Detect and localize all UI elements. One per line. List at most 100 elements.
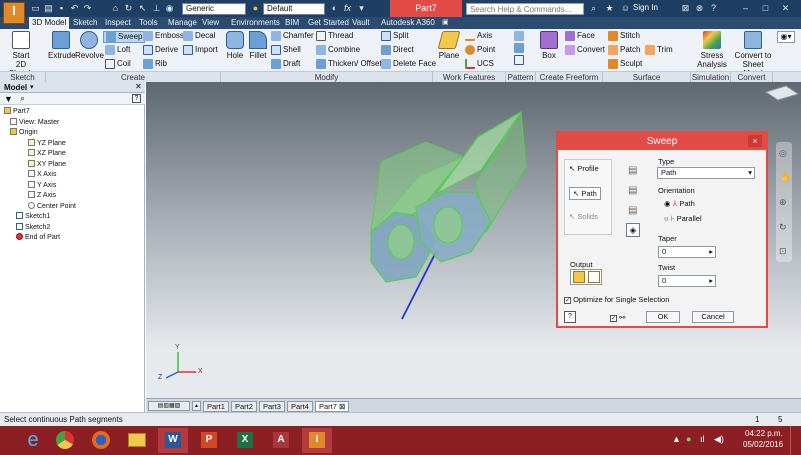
powerpoint-icon[interactable]: P [194,428,224,453]
user-icon[interactable]: ☺ [620,3,631,14]
chrome-icon[interactable] [50,428,80,453]
tab-arrange-icons[interactable]: ▤▥▦▧ [148,401,190,411]
face-button[interactable]: Face [565,31,595,41]
color-icon[interactable]: ◉ [164,3,175,14]
tray-volume-icon[interactable]: ◀) [714,434,724,445]
search-input[interactable]: Search Help & Commands... [466,3,584,15]
sweep-close-button[interactable]: × [748,135,762,147]
ucs-button[interactable]: UCS [465,59,494,69]
shell-button[interactable]: Shell [271,45,301,55]
tree-item-center-point[interactable]: Center Point [4,201,76,213]
firefox-icon[interactable] [86,428,116,453]
select-icon[interactable]: ↖ [137,3,148,14]
taper-input[interactable]: 0 ▸ [658,246,716,258]
file-explorer-icon[interactable] [122,428,152,453]
tree-item-xz-plane[interactable]: XZ Plane [4,149,76,160]
clear-override-icon[interactable]: ◐ [329,3,340,14]
show-desktop-button[interactable] [790,426,801,455]
tab-close-icon[interactable]: ⊠ [339,402,345,411]
convert-button[interactable]: Convert [565,45,605,55]
tab-environments[interactable]: Environments [231,17,280,29]
type-dropdown[interactable]: Path ▾ [657,167,755,179]
doc-tab-part2[interactable]: Part2 [231,401,257,412]
ok-button[interactable]: OK [646,311,680,323]
derive-button[interactable]: Derive [143,45,178,55]
find-icon[interactable]: ⌕ [20,93,25,104]
combine-button[interactable]: Combine [316,45,360,55]
tree-item-yz-plane[interactable]: YZ Plane [4,138,76,150]
orient-parallel-radio[interactable]: ○ ⊦ Parallel [664,214,702,223]
trim-button[interactable]: Trim [645,45,673,55]
access-icon[interactable]: A [266,428,296,453]
rib-button[interactable]: Rib [143,59,167,69]
measure-icon[interactable]: ⊥ [151,3,162,14]
path-selector[interactable]: ↖ Path [569,187,601,200]
browser-help-icon[interactable]: ? [132,94,141,103]
draft-button[interactable]: Draft [271,59,300,69]
word-icon[interactable]: W [158,428,188,453]
orient-path-radio[interactable]: ◉ ⅄ Path [664,199,695,208]
tab-autodesk-a360[interactable]: Autodesk A360 [381,17,435,29]
dialog-help-button[interactable]: ? [564,311,576,323]
tab-manage[interactable]: Manage [168,17,197,29]
tree-item-z-axis[interactable]: Z Axis [4,191,76,202]
direct-button[interactable]: Direct [381,45,414,55]
cut-icon[interactable]: ▤ [628,185,637,196]
thicken-offset-button[interactable]: Thicken/ Offset [316,59,382,69]
sculpt-button[interactable]: Sculpt [608,59,642,69]
orbit-icon[interactable]: ↻ [779,222,787,233]
look-at-icon[interactable]: ⊡ [779,246,787,257]
import-button[interactable]: Import [183,45,218,55]
browser-dropdown-icon[interactable]: ▾ [30,83,34,91]
stitch-button[interactable]: Stitch [608,31,640,41]
open-icon[interactable]: ▤ [43,3,54,14]
tree-item-x-axis[interactable]: X Axis [4,170,76,181]
intersect-icon[interactable]: ▤ [628,205,637,216]
zoom-icon[interactable]: ⊕ [779,197,787,208]
tray-network-icon[interactable]: ıl [700,434,705,444]
tree-item-sketch1[interactable]: Sketch1 [4,212,76,223]
tab-view[interactable]: View [202,17,219,29]
doc-tab-part4[interactable]: Part4 [287,401,313,412]
box-button[interactable]: Box [538,31,560,60]
inventor-taskbar-icon[interactable]: I [302,428,332,453]
hole-button[interactable]: Hole [224,31,246,60]
tree-item-view-master[interactable]: View: Master [4,117,76,129]
extrude-button[interactable]: Extrude [48,31,76,60]
solids-selector[interactable]: ↖ Solids [569,212,598,221]
navigation-bar[interactable]: ◎ ✋ ⊕ ↻ ⊡ [776,142,792,262]
patch-button[interactable]: Patch [608,45,640,55]
new-solid-icon[interactable]: ◈ [626,223,640,237]
tree-item-origin[interactable]: Origin [4,128,76,139]
browser-close-icon[interactable]: ✕ [135,82,142,91]
coil-button[interactable]: Coil [105,59,131,69]
material-combo[interactable]: Generic [182,3,246,15]
minimize-icon[interactable]: – [740,3,751,14]
ie-icon[interactable]: e [18,428,48,453]
stress-analysis-button[interactable]: Stress Analysis [694,31,730,69]
tab-menu-icon[interactable]: ▴ [192,401,201,411]
exchange-icon[interactable]: ⊠ [680,3,691,14]
plane-button[interactable]: Plane [437,31,461,60]
ribbon-options-icon[interactable]: ◉▾ [777,31,795,43]
preview-checkbox[interactable]: ✓ ⚯ [610,313,625,322]
doc-tab-part1[interactable]: Part1 [203,401,229,412]
tab-3d-model[interactable]: 3D Model [29,17,70,29]
parameters-icon[interactable]: fx [342,3,353,14]
close-icon[interactable]: ✕ [780,3,791,14]
communication-icon[interactable]: ⊗ [694,3,705,14]
steering-wheel-icon[interactable]: ◎ [779,148,787,159]
tray-status-icon[interactable]: ● [686,434,691,444]
sweep-button[interactable]: Sweep [103,31,146,44]
tab-inspect[interactable]: Inspect [105,17,131,29]
appearance-icon[interactable]: ● [250,3,261,14]
tab-vault[interactable]: Vault [352,17,370,29]
excel-icon[interactable]: X [230,428,260,453]
decal-button[interactable]: Decal [183,31,215,41]
tray-chevron-icon[interactable]: ▲ [672,434,681,444]
undo-icon[interactable]: ↶ [69,3,80,14]
home-icon[interactable]: ⌂ [110,3,121,14]
tree-item-xy-plane[interactable]: XY Plane [4,159,76,171]
revolve-button[interactable]: Revolve [75,31,104,60]
thread-button[interactable]: Thread [316,31,353,41]
